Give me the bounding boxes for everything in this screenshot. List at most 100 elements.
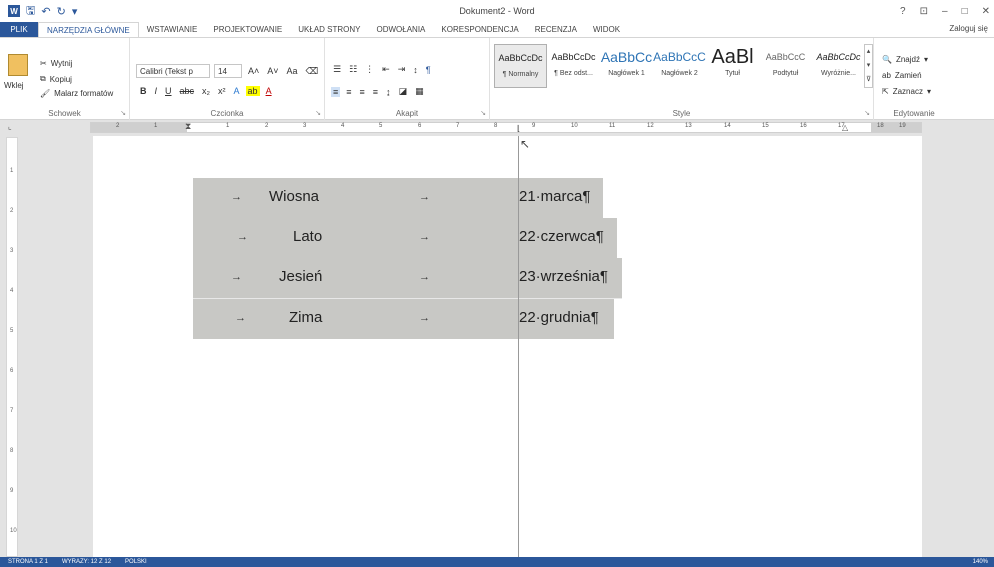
bold-icon[interactable]: B <box>138 86 149 96</box>
line-spacing-icon[interactable]: ↨ <box>384 87 393 97</box>
ribbon-display-button[interactable]: ⊡ <box>920 6 928 17</box>
save-icon[interactable]: 🖫 <box>26 2 35 21</box>
text-row[interactable]: → Jesień → 23·września¶ <box>193 258 622 298</box>
increase-indent-icon[interactable]: ⇥ <box>396 64 408 75</box>
font-name-combo[interactable]: Calibri (Tekst p <box>136 64 210 78</box>
borders-icon[interactable]: ▦ <box>413 86 426 97</box>
tab-review[interactable]: RECENZJA <box>527 22 585 37</box>
strikethrough-icon[interactable]: abc <box>178 86 197 96</box>
binoculars-icon: 🔍 <box>882 55 892 64</box>
select-button[interactable]: ⇱ Zaznacz ▾ <box>882 87 931 96</box>
tab-stop-marker-icon[interactable]: ⌊ <box>517 124 520 133</box>
sort-icon[interactable]: ↕ <box>411 65 420 75</box>
text-effects-icon[interactable]: A <box>232 86 242 96</box>
ribbon: Wklej ✂ Wytnij ⧉ Kopiuj 🖌 Malarz formatów S… <box>0 37 994 120</box>
horizontal-ruler[interactable]: ⌞ 2 1 1 2 3 4 5 6 7 8 9 10 11 12 13 14 1… <box>0 121 994 135</box>
select-label: Zaznacz <box>892 87 923 96</box>
format-painter-button[interactable]: 🖌 Malarz formatów <box>40 89 113 98</box>
ruler-number: 3 <box>303 123 307 129</box>
document-page[interactable]: → Wiosna → 21·marca¶ → Lato → 22·czerwca… <box>93 136 922 557</box>
maximize-button[interactable]: □ <box>962 6 968 17</box>
replace-button[interactable]: ab Zamień <box>882 71 922 80</box>
sign-in-link[interactable]: Zaloguj się <box>949 24 988 33</box>
italic-icon[interactable]: I <box>153 86 160 96</box>
clear-format-icon[interactable]: ⌫ <box>304 66 321 77</box>
style-preview: AaBbCc <box>600 49 653 65</box>
ruler-number: 10 <box>10 528 17 534</box>
tab-mark: → <box>237 231 248 243</box>
style-no-spacing[interactable]: AaBbCcDc ¶ Bez odst... <box>547 44 600 88</box>
paste-button[interactable]: Wklej <box>4 81 24 90</box>
numbering-icon[interactable]: ☷ <box>347 64 359 75</box>
align-right-icon[interactable]: ≡ <box>358 87 367 97</box>
customize-toolbar-icon[interactable]: ▾ <box>72 5 78 18</box>
justify-icon[interactable]: ≡ <box>371 87 380 97</box>
ruler-number: 9 <box>532 123 536 129</box>
minimize-button[interactable]: – <box>942 6 948 17</box>
subscript-icon[interactable]: x₂ <box>200 86 212 96</box>
page-count[interactable]: STRONA 1 Z 1 <box>8 559 48 565</box>
style-heading-1[interactable]: AaBbCc Nagłówek 1 <box>600 44 653 88</box>
dialog-launcher-icon[interactable]: ↘ <box>315 109 321 117</box>
dialog-launcher-icon[interactable]: ↘ <box>480 109 486 117</box>
status-bar: STRONA 1 Z 1 WYRAZY: 12 Z 12 POLSKI 140% <box>0 557 994 567</box>
highlight-icon[interactable]: ab <box>245 86 260 96</box>
shrink-font-icon[interactable]: A˅ <box>265 66 280 76</box>
help-button[interactable]: ? <box>900 6 906 17</box>
language-indicator[interactable]: POLSKI <box>125 559 147 565</box>
font-size-combo[interactable]: 14 <box>214 64 242 78</box>
style-heading-2[interactable]: AaBbCcC Nagłówek 2 <box>653 44 706 88</box>
paste-icon[interactable] <box>8 54 28 76</box>
multilevel-list-icon[interactable]: ⋮ <box>363 64 376 75</box>
decrease-indent-icon[interactable]: ⇤ <box>380 64 392 75</box>
style-title[interactable]: AaBl Tytuł <box>706 44 759 88</box>
indent-marker-icon[interactable]: ⧗ <box>185 121 191 132</box>
style-subtitle[interactable]: AaBbCcC Podtytuł <box>759 44 812 88</box>
word-count[interactable]: WYRAZY: 12 Z 12 <box>62 559 111 565</box>
ruler-number: 10 <box>571 123 578 129</box>
vertical-ruler[interactable]: 1 2 3 4 5 6 7 8 9 10 <box>6 137 18 557</box>
tab-mailings[interactable]: KORESPONDENCJA <box>433 22 526 37</box>
right-indent-marker-icon[interactable]: △ <box>842 123 848 132</box>
grow-font-icon[interactable]: A˄ <box>246 66 261 76</box>
dialog-launcher-icon[interactable]: ↘ <box>120 109 126 117</box>
align-left-icon[interactable]: ≡ <box>331 86 341 97</box>
ruler-number: 4 <box>341 123 345 129</box>
close-button[interactable]: ✕ <box>982 6 990 17</box>
font-color-icon[interactable]: A <box>264 86 274 96</box>
ruler-number: 8 <box>10 448 14 454</box>
cut-button[interactable]: ✂ Wytnij <box>40 59 72 68</box>
undo-icon[interactable]: ↶ <box>41 5 50 18</box>
style-normal[interactable]: AaBbCcDc ¶ Normalny <box>494 44 547 88</box>
text-row[interactable]: → Wiosna → 21·marca¶ <box>193 178 603 218</box>
tab-file[interactable]: PLIK <box>0 22 38 37</box>
copy-label: Kopiuj <box>49 74 72 84</box>
shading-icon[interactable]: ◪ <box>397 86 410 97</box>
superscript-icon[interactable]: x² <box>216 86 228 96</box>
quick-access-toolbar: W 🖫 ↶ ↻ ▾ <box>0 2 77 21</box>
find-label: Znajdź <box>895 55 920 64</box>
zoom-level[interactable]: 140% <box>973 559 988 565</box>
date-text: 22·czerwca¶ <box>519 228 604 245</box>
tab-home[interactable]: NARZĘDZIA GŁÓWNE <box>38 22 139 37</box>
style-emphasis[interactable]: AaBbCcDc Wyróżnie... <box>812 44 865 88</box>
text-row[interactable]: → Zima → 22·grudnia¶ <box>193 299 614 339</box>
tab-layout[interactable]: UKŁAD STRONY <box>290 22 368 37</box>
show-marks-icon[interactable]: ¶ <box>424 65 433 75</box>
copy-button[interactable]: ⧉ Kopiuj <box>40 74 72 84</box>
dialog-launcher-icon[interactable]: ↘ <box>864 109 870 117</box>
redo-icon[interactable]: ↻ <box>57 5 66 18</box>
bullets-icon[interactable]: ☰ <box>331 64 343 75</box>
underline-icon[interactable]: U <box>163 86 174 96</box>
tab-design[interactable]: PROJEKTOWANIE <box>205 22 290 37</box>
text-row[interactable]: → Lato → 22·czerwca¶ <box>193 218 617 258</box>
tab-references[interactable]: ODWOŁANIA <box>369 22 434 37</box>
tab-view[interactable]: WIDOK <box>585 22 628 37</box>
tab-insert[interactable]: WSTAWIANIE <box>139 22 206 37</box>
change-case-icon[interactable]: Aa <box>285 66 300 76</box>
align-center-icon[interactable]: ≡ <box>344 87 353 97</box>
tab-selector-icon[interactable]: ⌞ <box>8 122 12 131</box>
styles-scroll[interactable]: ▴ ▾ ⊽ <box>864 44 873 88</box>
cut-label: Wytnij <box>50 59 73 68</box>
find-button[interactable]: 🔍 Znajdź ▾ <box>882 55 928 64</box>
